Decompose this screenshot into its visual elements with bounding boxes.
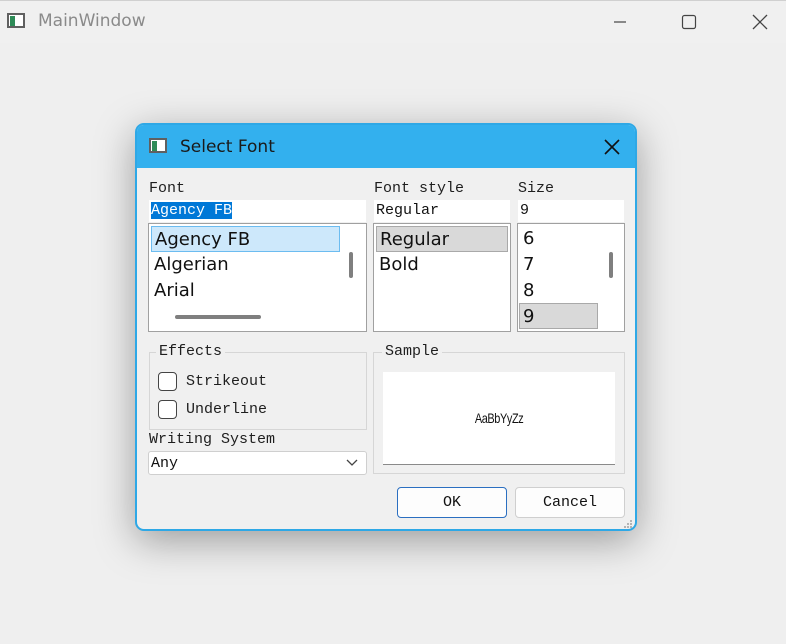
strikeout-checkbox[interactable] (158, 372, 177, 391)
font-input-value: Agency FB (151, 202, 233, 219)
size-list[interactable]: 6 7 8 9 (517, 223, 625, 332)
font-list[interactable]: Agency FB Algerian Arial (148, 223, 367, 332)
dialog-titlebar: Select Font (137, 125, 635, 168)
font-label: Font (149, 180, 186, 197)
writing-system-label: Writing System (149, 431, 276, 448)
sample-preview: AaBbYyZz (383, 372, 615, 465)
writing-system-value: Any (151, 455, 179, 472)
font-style-list[interactable]: Regular Bold (373, 223, 511, 332)
font-list-vscrollbar[interactable] (349, 252, 353, 278)
size-grip-icon[interactable] (623, 519, 633, 529)
list-item[interactable]: Regular (376, 226, 508, 252)
effects-group (149, 352, 367, 430)
list-item[interactable]: Arial (151, 278, 340, 303)
font-list-hscrollbar[interactable] (175, 315, 261, 319)
window-title: MainWindow (38, 11, 146, 31)
list-item[interactable]: 8 (520, 278, 598, 303)
size-label: Size (518, 180, 555, 197)
strikeout-label[interactable]: Strikeout (186, 373, 267, 390)
font-style-input[interactable]: Regular (374, 200, 510, 222)
minimize-button[interactable] (597, 1, 643, 43)
maximize-button[interactable] (666, 1, 712, 43)
cancel-button[interactable]: Cancel (515, 487, 625, 518)
underline-checkbox[interactable] (158, 400, 177, 419)
ok-button[interactable]: OK (397, 487, 507, 518)
dialog-title: Select Font (180, 137, 275, 157)
sample-text: AaBbYyZz (474, 410, 524, 426)
close-icon (752, 14, 768, 30)
list-item[interactable]: Algerian (151, 252, 340, 277)
app-window-icon (7, 13, 25, 28)
list-item[interactable]: 7 (520, 252, 598, 277)
select-font-dialog: Select Font Font Agency FB Agency FB Alg… (135, 123, 637, 531)
sample-title: Sample (382, 343, 443, 360)
size-list-vscrollbar[interactable] (609, 252, 613, 278)
maximize-icon (681, 14, 697, 30)
chevron-down-icon (346, 459, 358, 466)
writing-system-select[interactable]: Any (148, 451, 367, 475)
dialog-app-icon (149, 138, 167, 153)
size-input[interactable]: 9 (518, 200, 624, 222)
effects-title: Effects (156, 343, 226, 360)
list-item[interactable]: Bold (376, 252, 508, 277)
font-style-label: Font style (374, 180, 465, 197)
dialog-close-button[interactable] (589, 125, 635, 168)
underline-label[interactable]: Underline (186, 401, 267, 418)
minimize-icon (614, 21, 626, 23)
list-item[interactable]: Agency FB (151, 226, 340, 252)
list-item[interactable]: 6 (520, 226, 598, 251)
list-item[interactable]: 9 (519, 303, 598, 329)
close-window-button[interactable] (737, 1, 783, 43)
close-icon (604, 138, 620, 155)
font-input[interactable]: Agency FB (149, 200, 366, 222)
main-window-titlebar: MainWindow (0, 0, 786, 43)
